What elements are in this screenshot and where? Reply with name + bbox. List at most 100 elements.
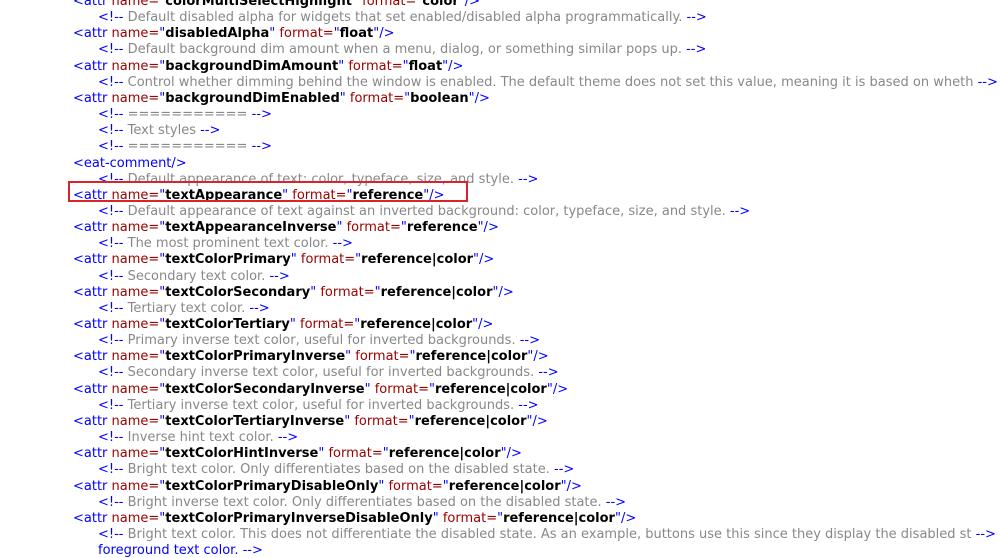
comment-text: Default appearance of text against an in… xyxy=(127,203,726,219)
comment-close: --> xyxy=(265,268,290,284)
tag-open: <attr xyxy=(73,317,112,332)
tag-open: <attr xyxy=(73,446,112,462)
attr-format-value: float xyxy=(339,26,374,42)
code-line-attr: <attr name="textColorTertiaryInverse" fo… xyxy=(73,414,548,430)
comment-close: --> xyxy=(273,430,299,446)
comment-close: --> xyxy=(682,10,707,26)
comment-close: --> xyxy=(973,74,998,90)
comment-close: --> xyxy=(247,139,272,155)
code-line-comment: <!-- Default appearance of text against … xyxy=(98,204,750,220)
code-line-attr: <attr name="textColorPrimaryInverse" for… xyxy=(73,349,549,365)
comment-text: Text styles xyxy=(127,123,196,139)
tag-close: "/> xyxy=(468,90,490,106)
code-line-attr: <attr name="textColorSecondary" format="… xyxy=(73,285,514,301)
attr-name-value: textColorSecondary xyxy=(165,284,311,300)
comment-close: --> xyxy=(971,526,996,542)
comment-close: --> xyxy=(534,365,559,381)
code-line-attr: <attr name="backgroundDimAmount" format=… xyxy=(73,59,463,75)
comment-close: --> xyxy=(725,203,751,219)
comment-close: --> xyxy=(514,171,539,187)
code-line-attr: <attr name="textColorPrimaryInverseDisab… xyxy=(73,511,636,527)
comment-open: <!-- xyxy=(98,171,128,187)
attr-name-key: name= xyxy=(111,187,160,203)
tag-open: <attr xyxy=(73,478,112,494)
comment-open: <!-- xyxy=(98,300,128,316)
comment-open: <!-- xyxy=(98,42,128,58)
tag-close: "/> xyxy=(423,187,445,203)
attr-format-value: reference xyxy=(352,187,424,203)
code-line-attr: <attr name="textColorPrimary" format="re… xyxy=(73,252,494,268)
tag-close: "/> xyxy=(492,284,514,300)
attr-format-key: format= xyxy=(438,510,498,526)
comment-open: <!-- xyxy=(98,494,128,510)
tag-close: "/> xyxy=(560,478,582,494)
comment-text: Bright inverse text color. Only differen… xyxy=(127,494,602,510)
comment-open: <!-- xyxy=(98,462,128,478)
attr-name-key: name= xyxy=(111,220,160,236)
tag-close: "/> xyxy=(458,0,481,9)
attr-name-value: textColorPrimaryDisableOnly xyxy=(165,478,379,494)
xml-source-viewer: <attr name="colorMultiSelectHighlight" f… xyxy=(0,0,1000,558)
attr-format-key: format= xyxy=(345,90,405,106)
comment-text: Tertiary text color. xyxy=(127,300,246,316)
code-line-attr: <attr name="disabledAlpha" format="float… xyxy=(73,26,395,42)
attr-format-key: format= xyxy=(324,446,383,462)
tag-open: <attr xyxy=(73,58,112,74)
attr-format-value: reference|color xyxy=(380,284,493,300)
code-line-comment: <!-- Text styles --> xyxy=(98,123,220,139)
attr-name-value: backgroundDimAmount xyxy=(165,58,339,74)
comment-open: <!-- xyxy=(98,397,128,413)
attr-name-value: backgroundDimEnabled xyxy=(165,90,340,106)
attr-name-value: textAppearance xyxy=(165,187,283,203)
attr-format-key: format= xyxy=(344,58,403,74)
comment-text: Secondary text color. xyxy=(127,268,266,284)
code-line-attr: <attr name="colorMultiSelectHighlight" f… xyxy=(73,0,480,10)
code-line-comment: <!-- Secondary inverse text color, usefu… xyxy=(98,365,559,381)
tag-close: "/> xyxy=(442,58,464,74)
attr-format-key: format= xyxy=(350,413,409,429)
comment-text: Bright text color. Only differentiates b… xyxy=(127,462,550,478)
comment-text: =========== xyxy=(127,139,248,155)
comment-open: <!-- xyxy=(98,365,128,381)
tag-close: "/> xyxy=(500,446,522,462)
tag-open: <attr xyxy=(73,26,112,42)
attr-format-key: format= xyxy=(342,220,401,236)
attr-format-value: color xyxy=(422,0,459,9)
eat-comment-tag: <eat-comment/> xyxy=(73,155,187,171)
tag-open: <attr xyxy=(73,187,112,203)
comment-text: Default background dim amount when a men… xyxy=(127,42,682,58)
attr-format-key: format= xyxy=(351,349,410,365)
tag-open: <attr xyxy=(73,381,112,397)
comment-open: <!-- xyxy=(98,107,128,123)
attr-name-value: textColorPrimaryInverse xyxy=(165,349,346,365)
tag-close: "/> xyxy=(614,510,637,526)
comment-close: --> xyxy=(245,300,270,316)
attr-format-value: reference|color xyxy=(360,317,473,332)
attr-name-value: textColorSecondaryInverse xyxy=(165,381,365,397)
attr-format-key: format= xyxy=(288,187,347,203)
attr-format-value: reference|color xyxy=(434,381,547,397)
attr-format-value: reference|color xyxy=(415,349,528,365)
comment-text: Inverse hint text color. xyxy=(127,430,274,446)
tag-open: <attr xyxy=(73,510,112,526)
comment-open: <!-- xyxy=(98,268,128,284)
code-line-comment: <!-- Bright text color. Only differentia… xyxy=(98,462,574,478)
comment-close: --> xyxy=(549,462,575,478)
comment-open: <!-- xyxy=(98,333,128,349)
attr-name-key: name= xyxy=(111,0,160,9)
tag-close: "/> xyxy=(546,381,569,397)
code-line-attr: <attr name="textColorSecondaryInverse" f… xyxy=(73,382,568,398)
tag-close: "/> xyxy=(473,252,495,268)
attr-name-key: name= xyxy=(111,510,160,526)
attr-format-value: reference|color xyxy=(448,478,561,494)
attr-name-key: name= xyxy=(111,478,160,494)
attr-name-value: textAppearanceInverse xyxy=(165,220,337,236)
comment-open: <!-- xyxy=(98,139,128,155)
code-line-comment: <!-- Default appearance of text: color, … xyxy=(98,172,538,188)
code-line-attr: <attr name="textColorPrimaryDisableOnly"… xyxy=(73,479,582,495)
attr-format-key: format= xyxy=(275,26,334,42)
attr-format-value: reference xyxy=(406,220,478,236)
comment-text: =========== xyxy=(127,107,248,123)
attr-format-key: format= xyxy=(384,478,443,494)
attr-format-value: reference|color xyxy=(414,413,527,429)
